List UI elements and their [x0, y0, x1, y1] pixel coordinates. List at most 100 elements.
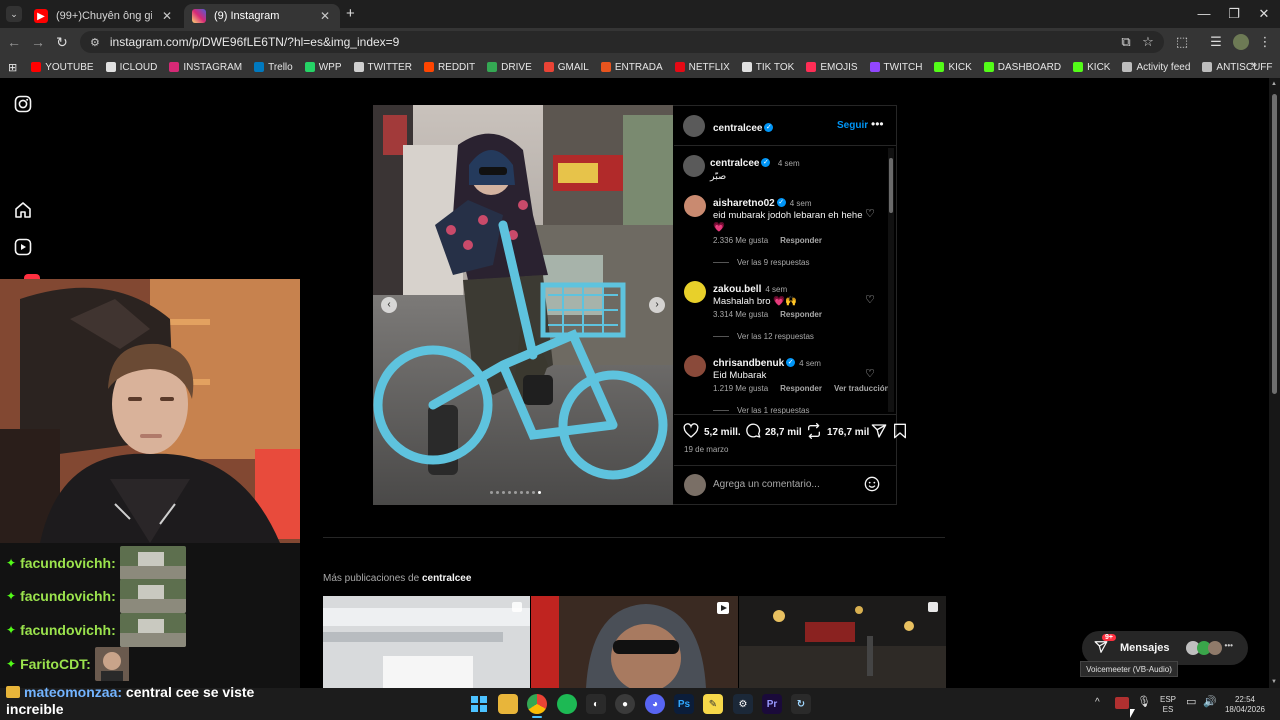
chat-image-attachment[interactable] — [119, 579, 186, 613]
comment-like-icon[interactable]: ♡ — [865, 293, 875, 306]
author-username[interactable]: centralcee — [713, 123, 762, 134]
sticky-notes-icon[interactable]: ✎ — [703, 694, 723, 714]
photoshop-icon[interactable]: Ps — [674, 694, 694, 714]
forward-icon[interactable]: → — [30, 34, 46, 50]
file-explorer-icon[interactable] — [498, 694, 518, 714]
bookmark-item[interactable]: DASHBOARD — [978, 56, 1067, 78]
commenter-avatar[interactable] — [684, 281, 706, 303]
bookmark-item[interactable]: NETFLIX — [669, 56, 736, 78]
bookmark-item[interactable]: GMAIL — [538, 56, 595, 78]
comment-icon[interactable] — [745, 423, 761, 442]
bookmark-item[interactable]: INSTAGRAM — [163, 56, 248, 78]
bookmark-item[interactable]: TWITCH — [864, 56, 929, 78]
comments-count[interactable]: 28,7 mil — [765, 427, 802, 438]
likes-count[interactable]: 5,2 mill. — [704, 427, 741, 438]
chrome-icon[interactable] — [527, 694, 547, 714]
bookmark-item[interactable]: TIK TOK — [736, 56, 801, 78]
caption-username[interactable]: centralcee — [710, 158, 759, 169]
bookmark-item[interactable]: DRIVE — [481, 56, 538, 78]
comment-likes[interactable]: 1.219 Me gusta — [713, 384, 768, 393]
steam-overlay-icon[interactable]: ◐ — [586, 694, 606, 714]
more-post-thumbnail[interactable] — [531, 596, 738, 688]
volume-icon[interactable]: 🔊 — [1203, 697, 1217, 708]
close-tab-icon[interactable]: ✕ — [318, 9, 332, 23]
page-scroll-thumb[interactable] — [1272, 94, 1277, 394]
reply-button[interactable]: Responder — [780, 384, 822, 393]
scroll-up-arrow[interactable]: ▲ — [1271, 81, 1277, 87]
site-info-icon[interactable]: ⚙ — [90, 36, 100, 49]
bookmark-item[interactable]: KICK — [928, 56, 977, 78]
bookmark-item[interactable]: Trello — [248, 56, 299, 78]
voicemeeter-tray-icon[interactable] — [1115, 697, 1129, 709]
premiere-icon[interactable]: Pr — [762, 694, 782, 714]
steam-icon[interactable]: ⚙ — [733, 694, 753, 714]
reply-button[interactable]: Responder — [780, 236, 822, 245]
previous-image-button[interactable]: ‹ — [381, 297, 397, 313]
bookmark-item[interactable]: ICLOUD — [100, 56, 164, 78]
sync-app-icon[interactable]: ↻ — [791, 694, 811, 714]
author-avatar[interactable] — [683, 115, 705, 137]
comment-like-icon[interactable]: ♡ — [865, 207, 875, 220]
profile-avatar[interactable] — [1233, 34, 1249, 50]
extensions-icon[interactable]: ⬚ — [1174, 34, 1190, 50]
tab-strip-icon[interactable]: ☰ — [1208, 34, 1224, 50]
more-bookmarks-icon[interactable]: » — [1251, 59, 1257, 71]
repost-icon[interactable] — [806, 423, 822, 442]
commenter-username[interactable]: aisharetno02 — [713, 198, 775, 209]
chat-image-attachment[interactable] — [119, 613, 186, 647]
like-icon[interactable] — [683, 423, 699, 442]
language-indicator[interactable]: ESP ES — [1160, 695, 1176, 715]
tray-overflow-icon[interactable]: ^ — [1095, 698, 1100, 708]
commenter-username[interactable]: chrisandbenuk — [713, 358, 784, 369]
commenter-username[interactable]: zakou.bell — [713, 284, 761, 295]
chat-username[interactable]: FaritoCDT: — [20, 656, 91, 672]
comment-input[interactable]: Agrega un comentario... — [713, 479, 853, 490]
bookmark-item[interactable]: EMOJIS — [800, 56, 863, 78]
bookmark-item[interactable]: WPP — [299, 56, 348, 78]
back-icon[interactable]: ← — [6, 34, 22, 50]
commenter-avatar[interactable] — [684, 195, 706, 217]
new-tab-button[interactable]: + — [346, 5, 355, 22]
emoji-icon[interactable] — [864, 476, 880, 495]
chat-image-attachment[interactable] — [119, 546, 186, 580]
chat-image-attachment[interactable] — [94, 647, 161, 681]
more-options-icon[interactable]: ••• — [871, 117, 884, 131]
network-icon[interactable]: ▭ — [1186, 697, 1196, 708]
translate-button[interactable]: Ver traducción — [834, 384, 890, 393]
comment-like-icon[interactable]: ♡ — [865, 367, 875, 380]
bookmark-item[interactable]: ENTRADA — [595, 56, 669, 78]
comment-likes[interactable]: 2.336 Me gusta — [713, 236, 768, 245]
scroll-down-arrow[interactable]: ▼ — [1271, 679, 1277, 685]
bookmark-item[interactable]: KICK — [1067, 56, 1116, 78]
bookmark-item[interactable]: TWITTER — [348, 56, 418, 78]
close-window-icon[interactable]: ✕ — [1250, 6, 1278, 22]
microphone-icon[interactable]: 🎙 — [1137, 697, 1151, 708]
comments-scroll-thumb[interactable] — [889, 158, 893, 213]
tab-search-button[interactable]: ⌄ — [6, 6, 22, 22]
instagram-logo-icon[interactable] — [14, 95, 34, 115]
follow-button[interactable]: Seguir — [837, 120, 868, 131]
tab-instagram[interactable]: (9) Instagram ✕ — [184, 4, 340, 28]
more-post-thumbnail[interactable] — [323, 596, 530, 688]
next-image-button[interactable]: › — [649, 297, 665, 313]
bookmark-item[interactable]: Activity feed — [1116, 56, 1196, 78]
discord-icon[interactable]: ◕ — [645, 694, 665, 714]
bookmark-item[interactable]: YOUTUBE — [25, 56, 99, 78]
chat-username[interactable]: mateomonzaa: — [24, 684, 122, 700]
bookmark-item[interactable]: ANTISCUFF — [1196, 56, 1278, 78]
restore-icon[interactable]: ❐ — [1220, 6, 1248, 22]
messages-button[interactable]: 9+ Mensajes ••• — [1082, 631, 1248, 665]
view-replies-button[interactable]: Ver las 12 respuestas — [713, 332, 814, 341]
more-post-thumbnail[interactable] — [739, 596, 946, 688]
reposts-count[interactable]: 176,7 mil — [827, 427, 869, 438]
post-image[interactable] — [373, 105, 673, 505]
bookmark-star-icon[interactable]: ☆ — [1140, 34, 1156, 50]
chat-username[interactable]: facundovichh: — [20, 622, 116, 638]
home-icon[interactable] — [14, 201, 34, 221]
start-icon[interactable] — [469, 694, 489, 714]
caption-avatar[interactable] — [683, 155, 705, 177]
address-bar[interactable]: ⚙ instagram.com/p/DWE96fLE6TN/?hl=es&img… — [80, 31, 1164, 53]
chat-username[interactable]: facundovichh: — [20, 555, 116, 571]
commenter-avatar[interactable] — [684, 355, 706, 377]
clock[interactable]: 22:54 18/04/2026 — [1222, 695, 1268, 715]
